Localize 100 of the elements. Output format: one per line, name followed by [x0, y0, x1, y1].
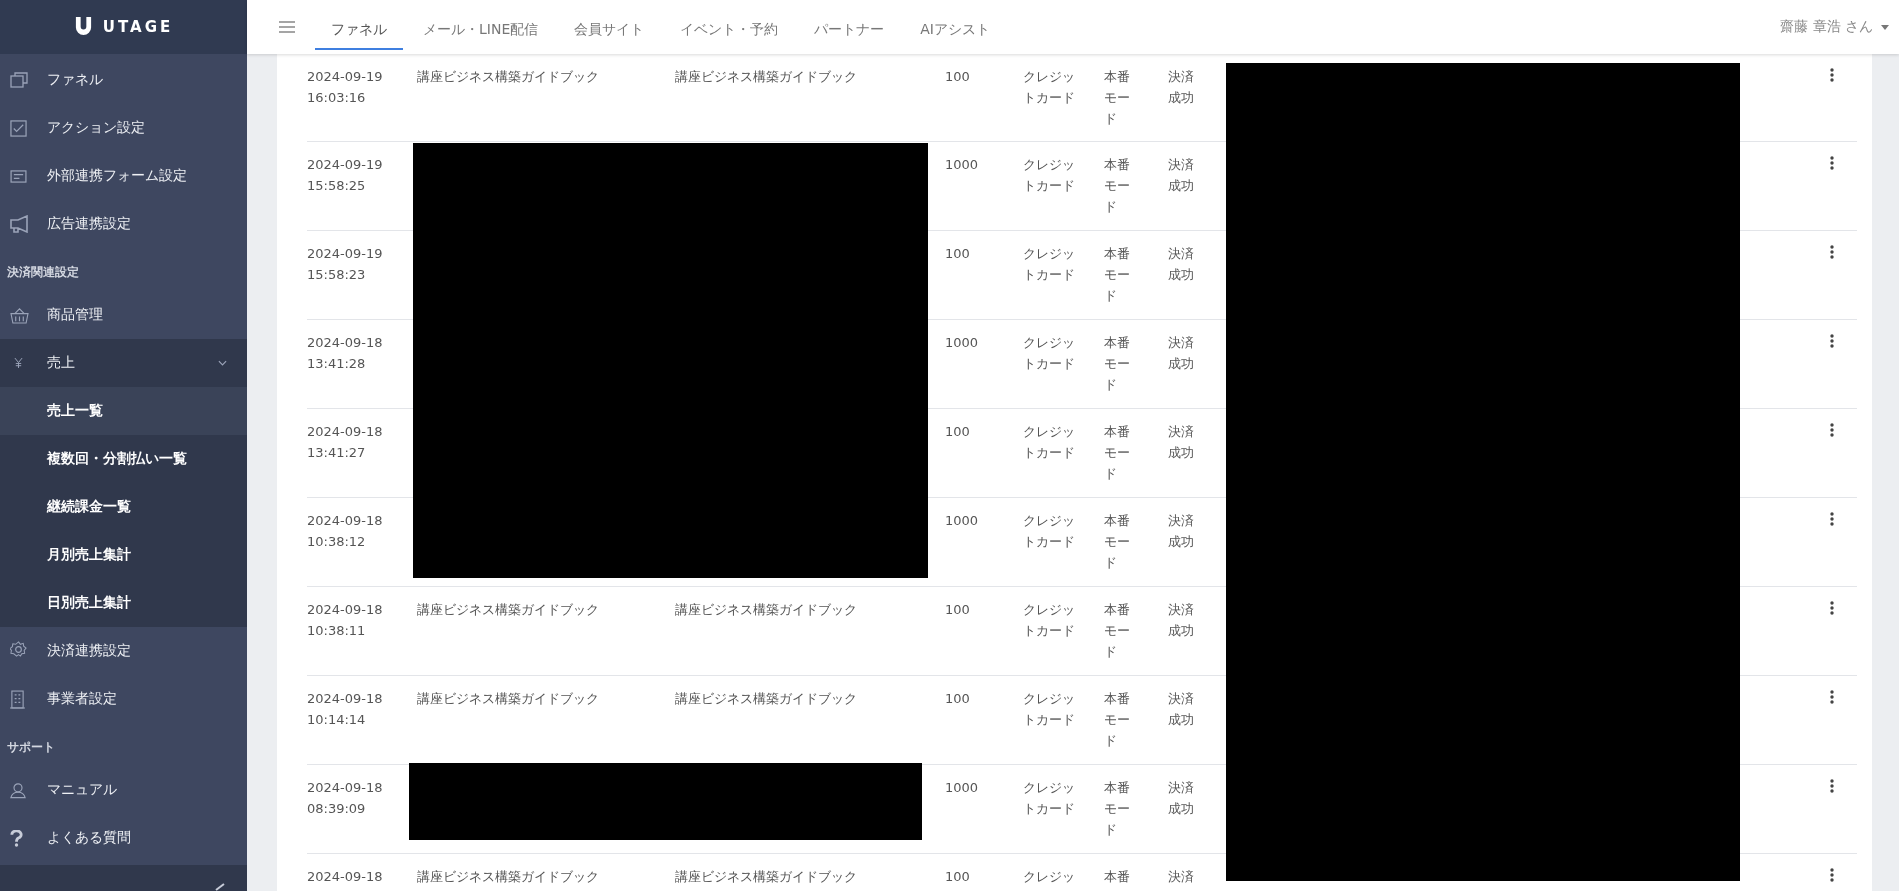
status-cell-text: 決済成功 — [1168, 156, 1195, 195]
plan-cell: 講座ビジネス構築ガイドブック — [675, 602, 857, 617]
nav-tab[interactable]: イベント・予約 — [664, 4, 795, 50]
payment-method-cell-text: クレジットカード — [1023, 68, 1076, 107]
sidebar-subitem[interactable]: 売上一覧 — [0, 387, 247, 435]
amount-cell-text: 1000 — [945, 334, 980, 352]
more-icon[interactable] — [1830, 423, 1834, 437]
mode-cell-text: 本番モード — [1104, 68, 1131, 128]
mode-cell-text: 本番モード — [1104, 601, 1131, 661]
nav-tab[interactable]: 会員サイト — [558, 4, 661, 50]
more-icon[interactable] — [1830, 334, 1834, 348]
amount-cell-text: 100 — [945, 245, 971, 263]
sidebar-item[interactable]: ファネル — [0, 56, 247, 104]
person-icon — [10, 781, 26, 799]
sidebar-subitem[interactable]: 日別売上集計 — [0, 579, 247, 627]
collapse-icon[interactable] — [215, 883, 225, 891]
sidebar-item[interactable]: よくある質問 — [0, 814, 247, 862]
amount-cell-text: 1000 — [945, 512, 980, 530]
payment-method-cell-text: クレジッ — [1023, 868, 1076, 886]
payment-method-cell-text: クレジットカード — [1023, 334, 1076, 373]
status-cell-text: 決済 — [1168, 868, 1195, 886]
status-cell-text: 決済成功 — [1168, 690, 1195, 729]
amount-cell-text: 100 — [945, 423, 971, 441]
date-cell-text: 2024-09-18 10:38:12 — [307, 512, 384, 551]
date-cell-text: 2024-09-19 15:58:25 — [307, 156, 384, 195]
building-icon — [10, 689, 25, 709]
question-icon — [10, 829, 23, 847]
date-cell-text: 2024-09-18 10:38:11 — [307, 601, 384, 640]
more-icon[interactable] — [1830, 868, 1834, 882]
caret-icon — [1881, 24, 1889, 30]
section-header: 決済関連設定 — [6, 264, 80, 281]
date-cell-text: 2024-09-18 08:39:09 — [307, 779, 384, 818]
nav-tab[interactable]: パートナー — [798, 4, 901, 50]
sidebar-item[interactable]: マニュアル — [0, 766, 247, 814]
status-cell-text: 決済成功 — [1168, 334, 1195, 373]
product-cell: 講座ビジネス構築ガイドブック — [417, 691, 599, 706]
mode-cell-text: 本番モード — [1104, 156, 1131, 216]
mode-cell-text: 本番 — [1104, 868, 1131, 886]
checkbox-icon — [10, 119, 27, 137]
sidebar-subitem[interactable]: 複数回・分割払い一覧 — [0, 435, 247, 483]
logo-text: UTAGE — [102, 18, 174, 36]
mode-cell-text: 本番モード — [1104, 690, 1131, 750]
more-icon[interactable] — [1830, 512, 1834, 526]
amount-cell-text: 100 — [945, 690, 971, 708]
sidebar-item[interactable]: 外部連携フォーム設定 — [0, 152, 247, 200]
chevron-icon — [218, 360, 227, 366]
mode-cell-text: 本番モード — [1104, 779, 1131, 839]
sidebar-item[interactable]: 決済連携設定 — [0, 627, 247, 675]
payment-method-cell-text: クレジットカード — [1023, 690, 1076, 729]
status-cell-text: 決済成功 — [1168, 423, 1195, 462]
mode-cell-text: 本番モード — [1104, 423, 1131, 483]
plan-cell: 講座ビジネス構築ガイドブック — [675, 69, 857, 84]
amount-cell-text: 1000 — [945, 779, 980, 797]
more-icon[interactable] — [1830, 601, 1834, 615]
status-cell-text: 決済成功 — [1168, 245, 1195, 284]
status-cell-text: 決済成功 — [1168, 512, 1195, 551]
nav-tab[interactable]: ファネル — [315, 4, 403, 50]
amount-cell-text: 1000 — [945, 156, 980, 174]
mode-cell-text: 本番モード — [1104, 245, 1131, 305]
logo-icon — [73, 16, 93, 38]
status-cell-text: 決済成功 — [1168, 601, 1195, 640]
more-icon[interactable] — [1830, 156, 1834, 170]
yen-icon — [14, 358, 23, 368]
status-cell-text: 決済成功 — [1168, 779, 1195, 818]
sidebar-item[interactable]: 広告連携設定 — [0, 200, 247, 248]
date-cell-text: 2024-09-18 10:14:14 — [307, 690, 384, 729]
windows-icon — [10, 71, 28, 89]
more-icon[interactable] — [1830, 245, 1834, 259]
payment-method-cell-text: クレジットカード — [1023, 423, 1076, 462]
payment-method-cell-text: クレジットカード — [1023, 779, 1076, 818]
sidebar-item[interactable]: 事業者設定 — [0, 675, 247, 723]
payment-method-cell-text: クレジットカード — [1023, 156, 1076, 195]
date-cell-text: 2024-09-18 — [307, 868, 384, 886]
product-cell: 講座ビジネス構築ガイドブック — [417, 69, 599, 84]
plan-cell: 講座ビジネス構築ガイドブック — [675, 869, 857, 884]
sidebar-item[interactable]: 売上 — [0, 339, 247, 387]
sidebar-subitem[interactable]: 継続課金一覧 — [0, 483, 247, 531]
product-cell: 講座ビジネス構築ガイドブック — [417, 602, 599, 617]
date-cell-text: 2024-09-18 13:41:27 — [307, 423, 384, 462]
sidebar-item[interactable]: 商品管理 — [0, 291, 247, 339]
date-cell-text: 2024-09-19 15:58:23 — [307, 245, 384, 284]
user-menu[interactable]: 齋藤 章浩 さん — [1780, 18, 1899, 36]
more-icon[interactable] — [1830, 779, 1834, 793]
nav-tab[interactable]: AIアシスト — [904, 4, 1006, 50]
sidebar-subitem[interactable]: 月別売上集計 — [0, 531, 247, 579]
nav-tab[interactable]: メール・LINE配信 — [407, 4, 555, 50]
plan-cell: 講座ビジネス構築ガイドブック — [675, 691, 857, 706]
basket-icon — [10, 306, 29, 324]
date-cell-text: 2024-09-18 13:41:28 — [307, 334, 384, 373]
form-icon — [10, 169, 27, 183]
mode-cell-text: 本番モード — [1104, 334, 1131, 394]
more-icon[interactable] — [1830, 68, 1834, 82]
payment-method-cell-text: クレジットカード — [1023, 512, 1076, 551]
amount-cell-text: 100 — [945, 868, 971, 886]
product-cell: 講座ビジネス構築ガイドブック — [417, 869, 599, 884]
more-icon[interactable] — [1830, 690, 1834, 704]
sidebar-item[interactable]: アクション設定 — [0, 104, 247, 152]
status-cell-text: 決済成功 — [1168, 68, 1195, 107]
section-header: サポート — [6, 739, 56, 756]
date-cell-text: 2024-09-19 16:03:16 — [307, 68, 384, 107]
